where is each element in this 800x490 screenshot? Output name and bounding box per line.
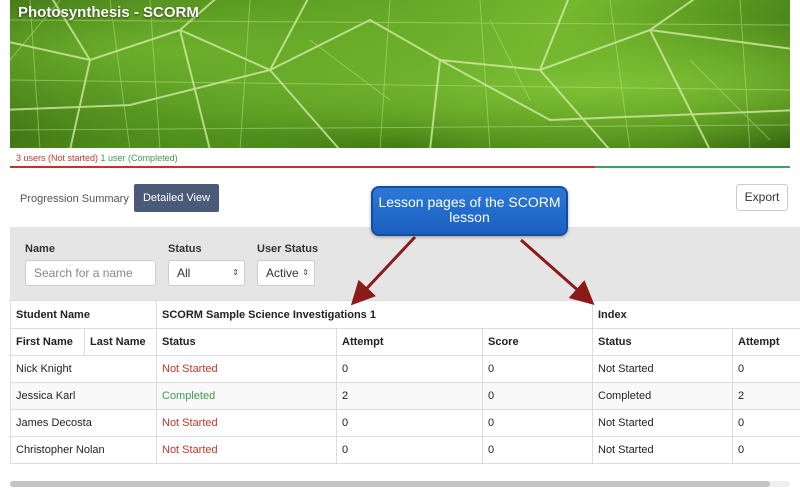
callout-text: lesson <box>449 209 490 225</box>
divider <box>10 382 800 383</box>
student-first-name: Christopher Nolan <box>16 444 105 456</box>
divider <box>10 355 800 356</box>
column-header-attempt[interactable]: Attempt <box>732 336 800 348</box>
callout-text: Lesson pages of the SCORM <box>378 194 561 210</box>
completion-summary: 3 users (Not started) 1 user (Completed) <box>10 148 790 168</box>
lesson-status: Not Started <box>162 417 218 429</box>
divider <box>10 328 800 329</box>
column-header-status[interactable]: Status <box>592 336 732 348</box>
completion-progress-bar <box>10 166 790 168</box>
user-status-select[interactable]: Active ⇕ <box>257 260 315 286</box>
attempt-count: 0 <box>738 444 745 456</box>
score-value: 0 <box>488 417 495 429</box>
not-started-progress-fill <box>10 166 595 168</box>
attempt-count: 0 <box>342 417 349 429</box>
status-filter-label: Status <box>168 243 202 255</box>
lesson-status: Not Started <box>598 363 654 375</box>
lesson-page-header: Index <box>598 309 627 321</box>
tab-progression-summary[interactable]: Progression Summary <box>10 186 139 212</box>
not-started-count: 3 users (Not started) <box>16 153 99 163</box>
course-banner: Photosynthesis - SCORM 3 users (Not star… <box>10 0 790 168</box>
score-value: 0 <box>488 390 495 402</box>
name-filter-label: Name <box>25 243 55 255</box>
lesson-status: Not Started <box>162 363 218 375</box>
divider <box>156 300 157 463</box>
divider <box>10 436 800 437</box>
attempt-count: 0 <box>342 444 349 456</box>
scrollbar-thumb[interactable] <box>10 481 770 487</box>
annotation-callout: Lesson pages of the SCORM lesson <box>371 186 568 236</box>
student-first-name: James Decosta <box>16 417 92 429</box>
divider <box>592 300 593 463</box>
divider <box>10 409 800 410</box>
column-header-score[interactable]: Score <box>482 336 592 348</box>
name-search-input[interactable] <box>25 260 156 286</box>
course-title: Photosynthesis - SCORM <box>18 4 199 21</box>
export-button[interactable]: Export <box>736 184 788 211</box>
tab-detailed-view[interactable]: Detailed View <box>134 184 219 212</box>
completed-count: 1 user (Completed) <box>100 153 178 163</box>
lesson-status: Not Started <box>598 417 654 429</box>
column-header-status[interactable]: Status <box>156 336 336 348</box>
column-header-last-name[interactable]: Last Name <box>84 336 156 348</box>
divider <box>10 300 11 463</box>
divider <box>10 463 800 464</box>
attempt-count: 0 <box>738 417 745 429</box>
divider <box>10 300 800 301</box>
attempt-count: 0 <box>738 363 745 375</box>
score-value: 0 <box>488 363 495 375</box>
lesson-status: Not Started <box>162 444 218 456</box>
attempt-count: 2 <box>738 390 745 402</box>
lesson-status: Not Started <box>598 444 654 456</box>
score-value: 0 <box>488 444 495 456</box>
lesson-status: Completed <box>162 390 216 402</box>
student-first-name: Jessica Karl <box>16 390 76 402</box>
status-select-value: All <box>177 266 191 280</box>
student-first-name: Nick Knight <box>16 363 72 375</box>
attempt-count: 0 <box>342 363 349 375</box>
select-arrows-icon: ⇕ <box>232 268 239 277</box>
lesson-page-header: SCORM Sample Science Investigations 1 <box>162 309 376 321</box>
attempt-count: 2 <box>342 390 349 402</box>
student-name-group-header: Student Name <box>16 309 90 321</box>
horizontal-scrollbar[interactable] <box>10 481 790 487</box>
column-header-first-name[interactable]: First Name <box>10 336 84 348</box>
lesson-status: Completed <box>598 390 652 402</box>
status-select[interactable]: All ⇕ <box>168 260 245 286</box>
user-status-select-value: Active <box>266 266 299 280</box>
filter-panel: Name Status All ⇕ User Status Active ⇕ <box>10 227 800 300</box>
select-arrows-icon: ⇕ <box>302 268 309 277</box>
leaf-background-image <box>10 0 790 150</box>
column-header-attempt[interactable]: Attempt <box>336 336 482 348</box>
user-status-filter-label: User Status <box>257 243 319 255</box>
